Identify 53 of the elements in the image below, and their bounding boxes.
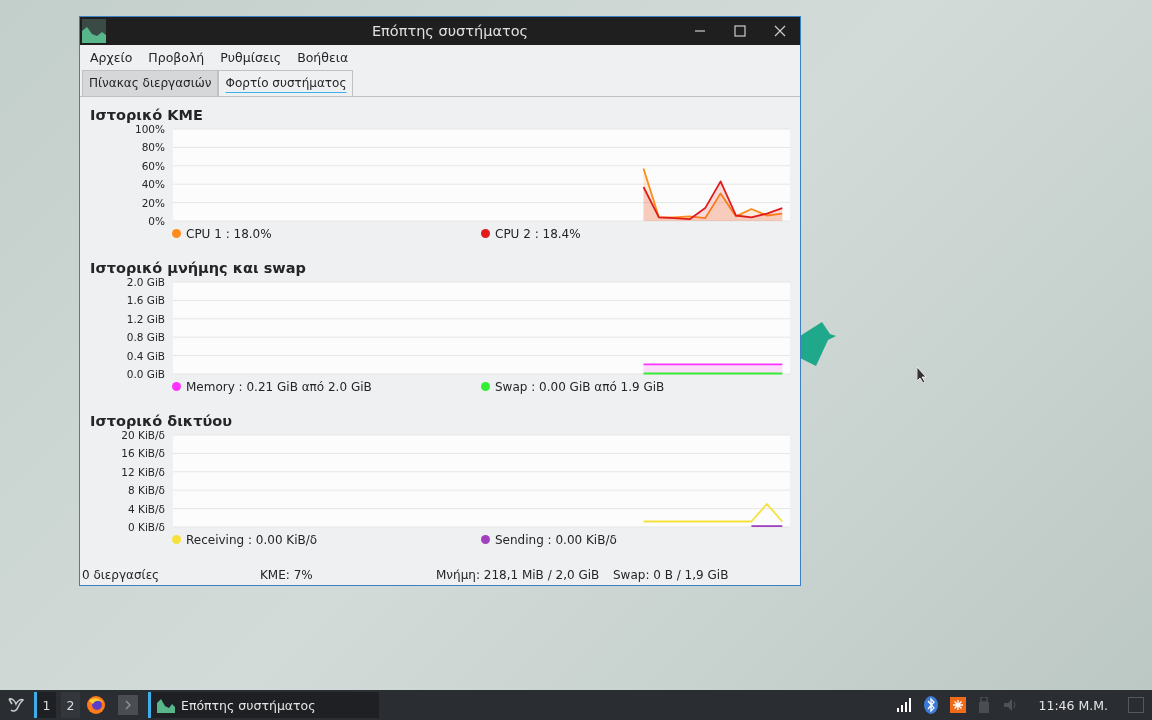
legend-label: Swap : 0.00 GiB από 1.9 GiB: [495, 379, 665, 394]
y-tick-label: 0%: [148, 214, 165, 225]
y-tick-label: 16 KiB/δ: [121, 447, 165, 459]
status-text: ΚΜΕ: 7%: [260, 568, 314, 583]
maximize-icon[interactable]: [734, 25, 746, 38]
signal-icon[interactable]: [896, 697, 913, 713]
workspace-button[interactable]: 2: [58, 692, 80, 718]
menu-item[interactable]: Βοήθεια: [289, 50, 357, 66]
section-title: Ιστορικό ΚΜΕ: [90, 106, 204, 123]
menu-item[interactable]: Ρυθμίσεις: [212, 50, 290, 66]
tab[interactable]: Φορτίο συστήματος: [218, 70, 354, 96]
bird-logo-icon[interactable]: [6, 695, 26, 715]
close-icon[interactable]: [774, 25, 786, 38]
legend-label: Sending : 0.00 KiB/δ: [495, 532, 617, 547]
menu-item[interactable]: Προβολή: [140, 50, 213, 66]
y-tick-label: 20 KiB/δ: [121, 428, 165, 441]
y-tick-label: 12 KiB/δ: [121, 465, 165, 478]
y-tick-label: 1.2 GiB: [126, 312, 165, 325]
menu-item[interactable]: Αρχείο: [82, 50, 141, 66]
taskbar-task-button[interactable]: Επόπτης συστήματος: [148, 692, 379, 718]
bluetooth-icon[interactable]: [924, 696, 939, 714]
y-tick-label: 1.6 GiB: [126, 294, 165, 306]
y-tick-label: 0.4 GiB: [126, 349, 165, 362]
y-tick-label: 60%: [141, 159, 165, 172]
series-line: [750, 524, 784, 527]
legend-label: Receiving : 0.00 KiB/δ: [186, 532, 318, 547]
chart-icon: [82, 19, 106, 44]
chart-icon: [157, 697, 175, 713]
window-title: Επόπτης συστήματος: [370, 23, 530, 40]
tab[interactable]: Πίνακας διεργασιών: [82, 70, 219, 96]
section-title: Ιστορικό δικτύου: [90, 412, 233, 429]
y-tick-label: 0.0 GiB: [126, 367, 165, 378]
browser-icon[interactable]: [86, 695, 106, 715]
y-tick-label: 20%: [141, 196, 165, 209]
section-title: Ιστορικό μνήμης και swap: [90, 259, 307, 276]
asterisk-icon[interactable]: [950, 697, 967, 713]
clock[interactable]: 11:46 Μ.Μ.: [1038, 697, 1108, 713]
y-tick-label: 80%: [141, 141, 165, 153]
y-tick-label: 100%: [134, 122, 165, 135]
y-tick-label: 2.0 GiB: [126, 275, 165, 288]
bird-drawing: [800, 322, 836, 366]
status-text: Μνήμη: 218,1 MiB / 2,0 GiB: [436, 568, 601, 583]
legend-label: Memory : 0.21 GiB από 2.0 GiB: [186, 379, 372, 394]
legend-label: CPU 1 : 18.0%: [186, 226, 272, 241]
y-tick-label: 0.8 GiB: [126, 330, 165, 343]
y-tick-label: 40%: [141, 177, 165, 190]
status-text: Swap: 0 B / 1,9 GiB: [613, 568, 729, 583]
status-text: 0 διεργασίες: [82, 568, 161, 583]
legend-label: CPU 2 : 18.4%: [495, 226, 581, 241]
pointer-icon: [917, 367, 927, 383]
y-tick-label: 8 KiB/δ: [128, 483, 165, 496]
workspace-button[interactable]: 1: [34, 692, 56, 718]
y-tick-label: 4 KiB/δ: [128, 502, 165, 515]
